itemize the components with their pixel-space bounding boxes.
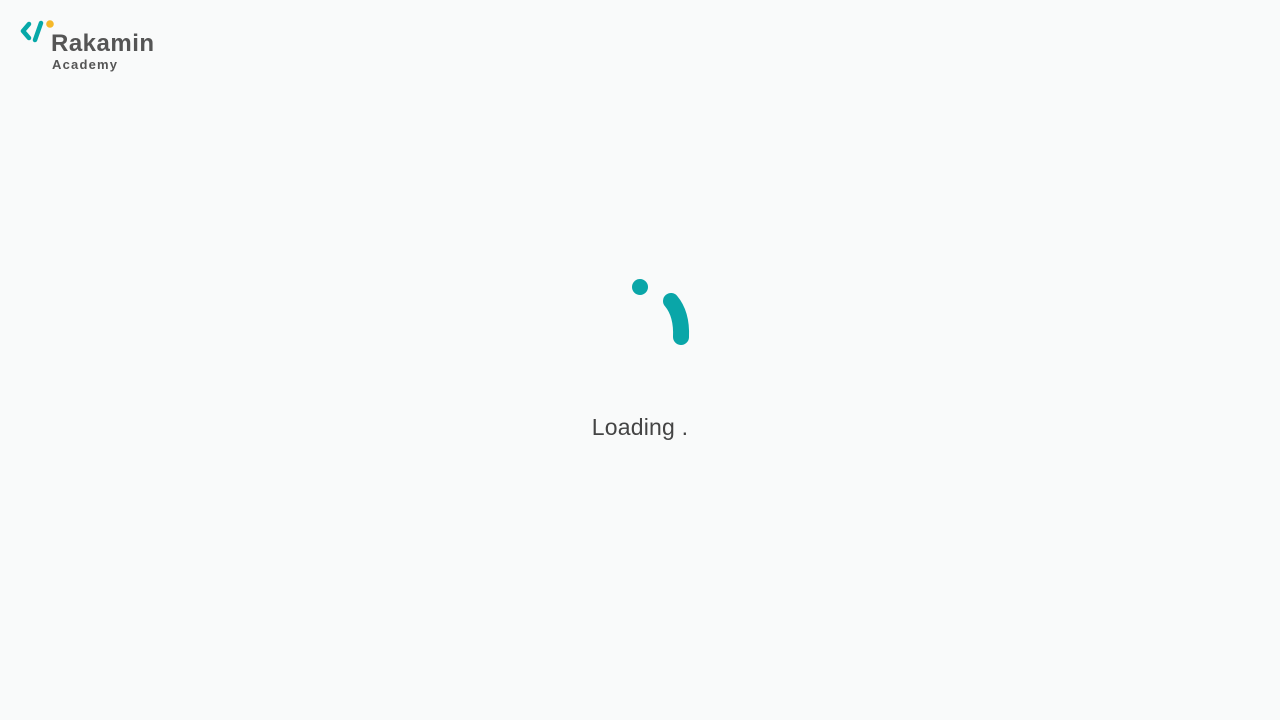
spinner-icon xyxy=(632,279,690,345)
brand-name: Rakamin xyxy=(51,30,155,57)
loading-text: Loading . xyxy=(591,414,689,440)
loading-page: Rakamin Academy Loading . xyxy=(0,0,1280,720)
brand-logo[interactable]: Rakamin Academy xyxy=(20,20,180,76)
brand-subtitle: Academy xyxy=(52,57,119,72)
